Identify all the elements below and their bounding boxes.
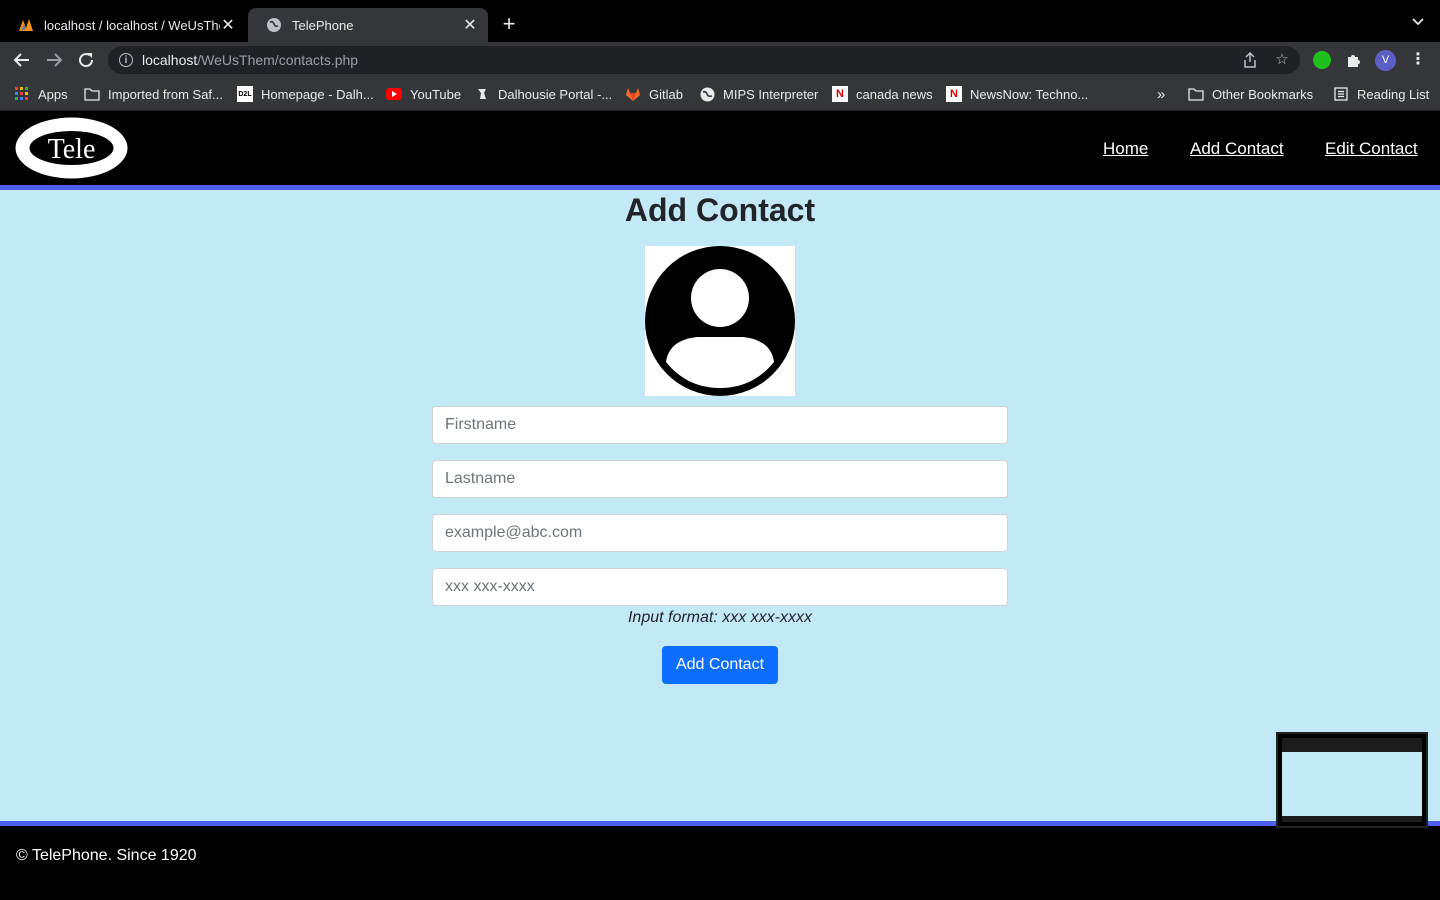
- thumbnail-footer: [1282, 816, 1422, 822]
- bookmark-dalhousie-portal[interactable]: Dalhousie Portal -...: [474, 78, 612, 110]
- thumbnail-header: [1282, 738, 1422, 752]
- url-path: /WeUsThem/contacts.php: [197, 52, 359, 68]
- tab-title: TelePhone: [292, 17, 354, 33]
- tele-logo[interactable]: Tele: [15, 117, 128, 179]
- screenshot-thumbnail[interactable]: [1276, 732, 1428, 828]
- bookmarks-overflow-icon[interactable]: »: [1157, 78, 1165, 110]
- email-input[interactable]: [432, 514, 1008, 552]
- nav-edit-contact-link[interactable]: Edit Contact: [1325, 139, 1418, 159]
- browser-menu-icon[interactable]: ⋮: [1410, 50, 1426, 70]
- bookmark-newsnow-techno[interactable]: N NewsNow: Techno...: [946, 78, 1088, 110]
- nav-add-contact-link[interactable]: Add Contact: [1190, 139, 1284, 159]
- close-tab-icon[interactable]: ✕: [462, 15, 478, 35]
- newsnow-icon: N: [946, 86, 962, 102]
- copyright-text: © TelePhone. Since 1920: [16, 847, 197, 864]
- profile-placeholder-image: [645, 246, 795, 396]
- page-title: Add Contact: [624, 192, 816, 228]
- globe-icon: [699, 86, 715, 102]
- forward-arrow-icon[interactable]: [42, 48, 66, 72]
- profile-avatar[interactable]: V: [1375, 50, 1396, 71]
- bookmark-youtube[interactable]: YouTube: [386, 78, 461, 110]
- folder-icon: [1188, 86, 1204, 102]
- nav-home-link[interactable]: Home: [1103, 139, 1148, 159]
- close-tab-icon[interactable]: ✕: [220, 15, 236, 35]
- url-text: localhost/WeUsThem/contacts.php: [142, 52, 358, 68]
- site-footer: © TelePhone. Since 1920: [0, 826, 1440, 900]
- thumbnail-preview: [1282, 738, 1422, 822]
- tab-search-chevron-icon[interactable]: [1408, 12, 1428, 36]
- lastname-input[interactable]: [432, 460, 1008, 498]
- bookmark-label: Apps: [38, 86, 68, 102]
- globe-favicon-icon: [267, 18, 281, 32]
- bookmark-label: Homepage - Dalh...: [261, 86, 374, 102]
- phone-input[interactable]: [432, 568, 1008, 606]
- browser-tab-strip: localhost / localhost / WeUsThem ✕ TeleP…: [0, 0, 1440, 42]
- user-avatar-icon: [645, 246, 795, 396]
- bookmark-gitlab[interactable]: Gitlab: [625, 78, 683, 110]
- dal-icon: [474, 86, 490, 102]
- bookmark-canada-news[interactable]: N canada news: [832, 78, 933, 110]
- bookmark-mips-interpreter[interactable]: MIPS Interpreter: [699, 78, 818, 110]
- browser-tab-telephone[interactable]: TelePhone ✕: [248, 8, 488, 42]
- reading-list[interactable]: Reading List: [1333, 78, 1429, 110]
- bookmark-label: MIPS Interpreter: [723, 86, 819, 102]
- reload-icon[interactable]: [74, 48, 98, 72]
- phone-format-hint: Input format: xxx xxx-xxxx: [627, 609, 813, 626]
- browser-tab-phpmyadmin[interactable]: localhost / localhost / WeUsThem ✕: [0, 8, 246, 42]
- reading-list-icon: [1333, 86, 1349, 102]
- firstname-input[interactable]: [432, 406, 1008, 444]
- youtube-icon: [386, 86, 402, 102]
- apps-grid-icon: [14, 86, 30, 102]
- bookmark-star-icon[interactable]: ☆: [1273, 52, 1291, 68]
- url-host: localhost: [142, 52, 198, 68]
- bookmark-apps[interactable]: Apps: [14, 78, 68, 110]
- share-icon[interactable]: [1241, 51, 1259, 68]
- bookmark-label: Gitlab: [649, 86, 683, 102]
- header-accent-line: [0, 185, 1440, 190]
- gitlab-icon: [625, 86, 641, 102]
- folder-icon: [84, 86, 100, 102]
- phpmyadmin-icon: [19, 19, 33, 31]
- site-header: Tele Home Add Contact Edit Contact: [0, 111, 1440, 185]
- other-bookmarks-folder[interactable]: Other Bookmarks: [1188, 78, 1313, 110]
- bookmark-label: NewsNow: Techno...: [970, 86, 1089, 102]
- bookmark-label: Imported from Saf...: [108, 86, 223, 102]
- site-info-icon[interactable]: i: [119, 53, 133, 67]
- newsnow-icon: N: [832, 86, 848, 102]
- bookmark-label: Dalhousie Portal -...: [498, 86, 613, 102]
- logo-text: Tele: [48, 134, 96, 165]
- bookmark-homepage-dal[interactable]: D2L Homepage - Dalh...: [237, 78, 374, 110]
- back-arrow-icon[interactable]: [10, 48, 34, 72]
- add-contact-button[interactable]: Add Contact: [662, 646, 778, 684]
- tab-title: localhost / localhost / WeUsThem: [44, 17, 220, 33]
- bookmark-label: Other Bookmarks: [1212, 86, 1314, 102]
- d2l-icon: D2L: [237, 86, 253, 102]
- extensions-puzzle-icon[interactable]: [1345, 51, 1363, 69]
- bookmark-label: YouTube: [410, 86, 462, 102]
- bookmark-label: Reading List: [1357, 86, 1430, 102]
- new-tab-plus-icon[interactable]: +: [498, 12, 520, 36]
- bookmark-label: canada news: [856, 86, 933, 102]
- browser-toolbar: i localhost/WeUsThem/contacts.php ☆ V ⋮: [0, 42, 1440, 78]
- extension-green-icon[interactable]: [1313, 51, 1331, 69]
- bookmarks-bar: Apps Imported from Saf... D2L Homepage -…: [0, 78, 1440, 111]
- bookmark-imported-folder[interactable]: Imported from Saf...: [84, 78, 223, 110]
- address-bar[interactable]: i localhost/WeUsThem/contacts.php ☆: [108, 46, 1300, 74]
